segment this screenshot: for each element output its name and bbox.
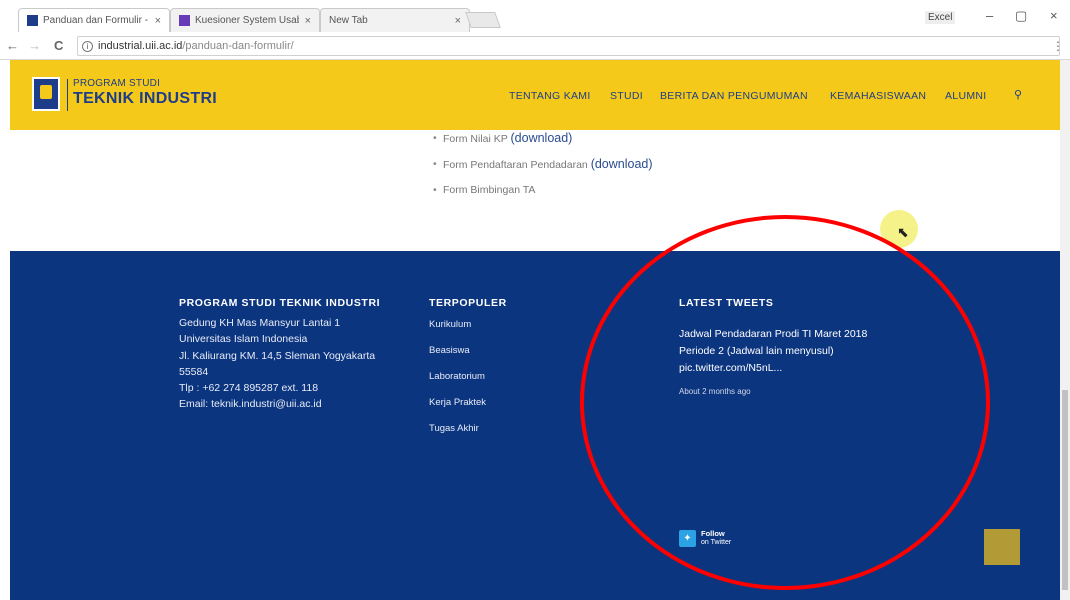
url-path: /panduan-dan-formulir/ — [182, 40, 294, 52]
site-footer: PROGRAM STUDI TEKNIK INDUSTRI Gedung KH … — [10, 251, 1060, 600]
form-label: Form Bimbingan TA — [443, 184, 536, 196]
footer-link-tugas-akhir[interactable]: Tugas Akhir — [429, 423, 479, 434]
close-icon[interactable]: × — [305, 15, 311, 27]
tweet-text[interactable]: Jadwal Pendadaran Prodi TI Maret 2018 Pe… — [679, 326, 899, 377]
forms-icon — [179, 15, 190, 26]
footer-heading-terpopuler: TERPOPULER — [429, 297, 507, 309]
address-line: Universitas Islam Indonesia — [179, 333, 308, 345]
footer-heading-tweets: LATEST TWEETS — [679, 297, 774, 309]
menu-icon[interactable]: ⋮ — [1052, 39, 1064, 53]
page-icon — [27, 15, 38, 26]
tab-kuesioner[interactable]: Kuesioner System Usabil × — [170, 8, 320, 32]
search-icon[interactable]: ⚲ — [1014, 88, 1022, 101]
footer-link-kurikulum[interactable]: Kurikulum — [429, 319, 471, 330]
address-line: Jl. Kaliurang KM. 14,5 Sleman Yogyakarta — [179, 350, 376, 362]
phone-text: Tlp : +62 274 895287 ext. 118 — [179, 382, 319, 394]
list-item: Form Pendaftaran Pendadaran (download) — [433, 156, 653, 182]
footer-link-laboratorium[interactable]: Laboratorium — [429, 371, 485, 382]
uii-logo-icon[interactable] — [32, 77, 60, 111]
new-tab-button[interactable] — [465, 12, 501, 28]
minimize-button[interactable]: – — [986, 8, 993, 23]
close-icon[interactable]: × — [455, 15, 461, 27]
reload-button[interactable]: C — [54, 38, 63, 53]
close-icon[interactable]: × — [155, 15, 161, 27]
address-line: Gedung KH Mas Mansyur Lantai 1 — [179, 317, 341, 329]
nav-alumni[interactable]: ALUMNI — [945, 90, 986, 102]
info-icon[interactable]: i — [82, 40, 93, 52]
tweet-time[interactable]: About 2 months ago — [679, 387, 751, 396]
address-line: 55584 — [179, 366, 209, 378]
browser-tab-bar: Panduan dan Formulir - × Kuesioner Syste… — [0, 0, 1070, 32]
nav-kemahasiswaan[interactable]: KEMAHASISWAAN — [830, 90, 926, 102]
page-scrollbar[interactable] — [1060, 60, 1070, 600]
twitter-follow-button[interactable]: ✦ Follow on Twitter — [679, 530, 731, 547]
address-bar: ← → C i industrial.uii.ac.id/panduan-dan… — [0, 32, 1070, 60]
footer-link-beasiswa[interactable]: Beasiswa — [429, 345, 470, 356]
forward-button[interactable]: → — [28, 38, 41, 53]
form-label: Form Nilai KP — [443, 133, 511, 145]
download-link[interactable]: (download) — [591, 157, 653, 171]
main-content: Form Nilai KP (download) Form Pendaftara… — [10, 130, 1060, 251]
footer-heading-prodi: PROGRAM STUDI TEKNIK INDUSTRI — [179, 297, 381, 309]
url-domain: industrial.uii.ac.id — [98, 40, 183, 52]
close-window-button[interactable]: × — [1050, 8, 1058, 23]
site-header: PROGRAM STUDI TEKNIK INDUSTRI TENTANG KA… — [10, 60, 1060, 130]
tab-panduan[interactable]: Panduan dan Formulir - × — [18, 8, 170, 32]
back-to-top-button[interactable] — [984, 529, 1020, 565]
email-text[interactable]: Email: teknik.industri@uii.ac.id — [179, 396, 322, 412]
user-profile-label[interactable]: Excel — [925, 11, 956, 24]
nav-tentang-kami[interactable]: TENTANG KAMI — [509, 90, 591, 102]
scrollbar-thumb[interactable] — [1062, 390, 1068, 590]
tab-title: Kuesioner System Usabil — [195, 15, 299, 26]
nav-studi[interactable]: STUDI — [610, 90, 643, 102]
download-link[interactable]: (download) — [511, 131, 573, 145]
web-page: PROGRAM STUDI TEKNIK INDUSTRI TENTANG KA… — [10, 60, 1060, 600]
url-input[interactable]: i industrial.uii.ac.id/panduan-dan-formu… — [77, 36, 1060, 56]
tab-newtab[interactable]: New Tab × — [320, 8, 470, 32]
footer-link-kerja-praktek[interactable]: Kerja Praktek — [429, 397, 486, 408]
logo-subtitle[interactable]: PROGRAM STUDI — [73, 78, 160, 89]
twitter-icon: ✦ — [679, 530, 696, 547]
list-item: Form Bimbingan TA — [433, 182, 653, 208]
maximize-button[interactable]: ▢ — [1015, 8, 1027, 24]
logo-title[interactable]: TEKNIK INDUSTRI — [73, 90, 217, 108]
follow-label: Follow on Twitter — [701, 529, 732, 547]
list-item: Form Nilai KP (download) — [433, 130, 653, 156]
form-label: Form Pendaftaran Pendadaran — [443, 159, 591, 171]
cursor-icon: ⬉ — [897, 224, 909, 240]
tab-title: New Tab — [329, 15, 368, 26]
form-list: Form Nilai KP (download) Form Pendaftara… — [433, 130, 653, 208]
nav-berita[interactable]: BERITA DAN PENGUMUMAN — [660, 90, 808, 102]
logo-divider — [67, 79, 68, 111]
tab-title: Panduan dan Formulir - — [43, 15, 149, 26]
back-button[interactable]: ← — [6, 38, 19, 53]
